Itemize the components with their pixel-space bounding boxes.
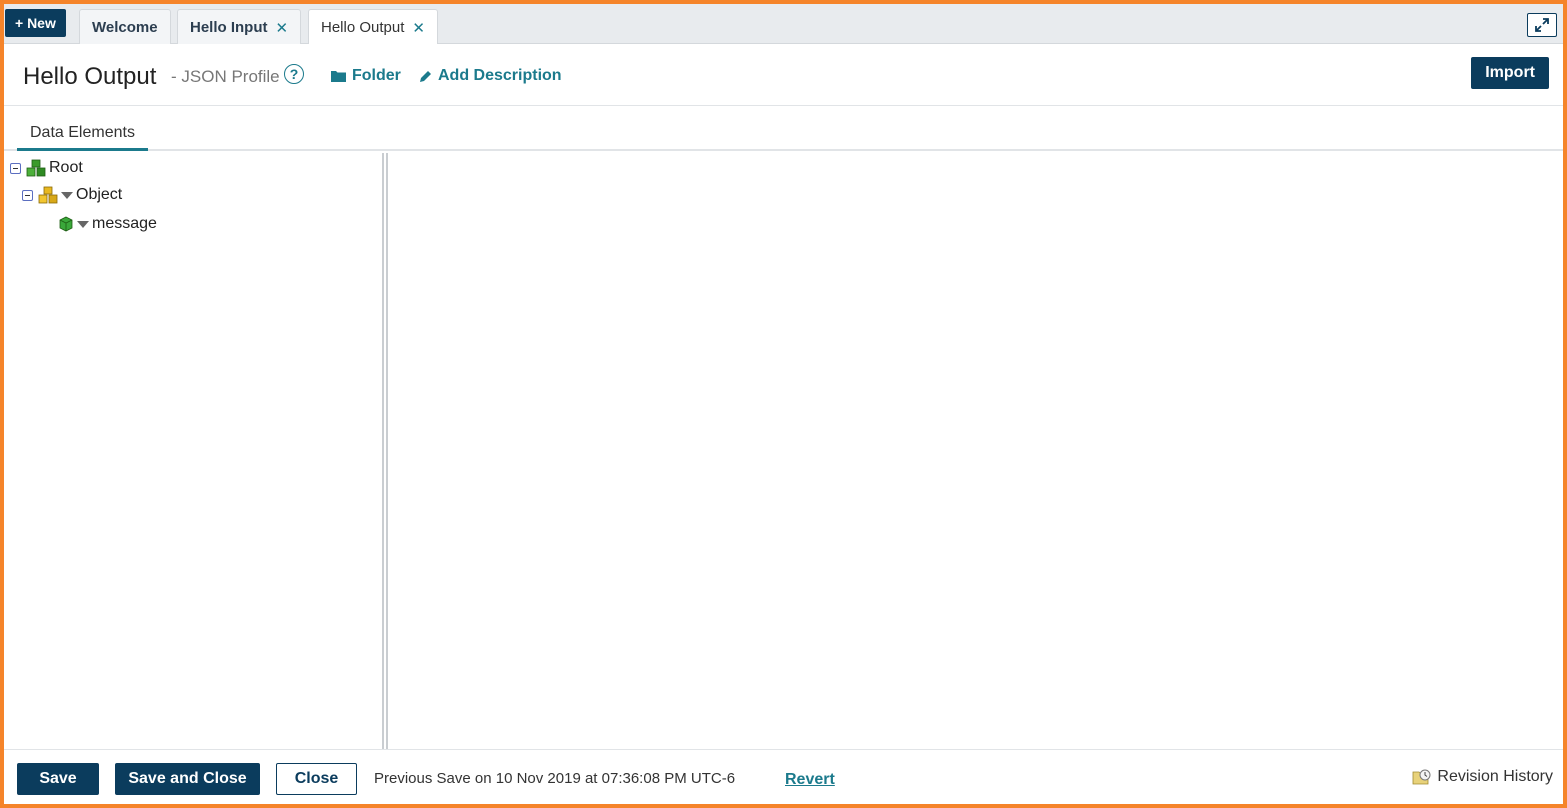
tree-node-root[interactable]: Root — [10, 157, 83, 179]
tree-node-label: Object — [76, 186, 123, 203]
help-icon[interactable]: ? — [284, 64, 304, 84]
close-icon[interactable]: ✕ — [276, 19, 289, 37]
section-tabs: Data Elements — [4, 107, 1563, 151]
save-and-close-button[interactable]: Save and Close — [115, 763, 260, 795]
root-cubes-icon — [26, 159, 46, 177]
page-subtitle: - JSON Profile — [171, 67, 280, 86]
object-cubes-icon — [38, 186, 58, 204]
dropdown-caret-icon[interactable] — [77, 220, 89, 228]
detail-panel — [390, 153, 1557, 749]
collapse-icon[interactable] — [10, 162, 21, 174]
tab-label: Welcome — [92, 19, 158, 36]
tab-hello-output[interactable]: Hello Output ✕ — [308, 9, 438, 45]
pencil-icon — [420, 70, 431, 82]
add-description-label: Add Description — [438, 67, 562, 84]
close-icon[interactable]: ✕ — [412, 19, 425, 37]
tab-label: Hello Output — [321, 19, 405, 36]
expand-icon — [1535, 18, 1549, 32]
folder-link[interactable]: Folder — [330, 67, 401, 85]
tree-panel: Root Object message — [4, 153, 382, 749]
revision-history-link[interactable]: Revision History — [1412, 768, 1553, 786]
dropdown-caret-icon[interactable] — [61, 191, 73, 199]
new-button[interactable]: + New — [5, 9, 66, 37]
element-cube-icon — [59, 216, 73, 232]
tree-node-object[interactable]: Object — [22, 184, 122, 206]
tree-node-message[interactable]: message — [58, 213, 157, 235]
app-frame: + New Welcome Hello Input ✕ Hello Output… — [0, 0, 1567, 808]
revision-history-label: Revision History — [1437, 768, 1553, 785]
folder-label: Folder — [352, 67, 401, 84]
tab-label: Data Elements — [30, 124, 135, 141]
page-title: Hello Output — [23, 63, 157, 90]
import-button[interactable]: Import — [1471, 57, 1549, 89]
tab-data-elements[interactable]: Data Elements — [17, 119, 148, 151]
collapse-icon[interactable] — [22, 189, 33, 201]
panel-splitter[interactable] — [382, 153, 388, 749]
revision-history-icon — [1413, 769, 1431, 785]
folder-icon — [331, 71, 346, 82]
tab-hello-input[interactable]: Hello Input ✕ — [177, 9, 302, 45]
maximize-button[interactable] — [1527, 13, 1557, 37]
tab-welcome[interactable]: Welcome — [79, 9, 171, 45]
add-description-link[interactable]: Add Description — [418, 67, 562, 85]
page-header: Hello Output - JSON Profile ? Folder Add… — [4, 44, 1563, 106]
previous-save-text: Previous Save on 10 Nov 2019 at 07:36:08… — [374, 770, 736, 787]
tree-node-label: Root — [49, 159, 83, 176]
tree-node-label: message — [92, 215, 157, 232]
revert-link[interactable]: Revert — [785, 771, 835, 789]
footer-bar: Save Save and Close Close Previous Save … — [4, 749, 1563, 804]
save-button[interactable]: Save — [17, 763, 99, 795]
tab-strip: + New Welcome Hello Input ✕ Hello Output… — [4, 4, 1563, 45]
tab-label: Hello Input — [190, 19, 268, 36]
close-button[interactable]: Close — [276, 763, 357, 795]
